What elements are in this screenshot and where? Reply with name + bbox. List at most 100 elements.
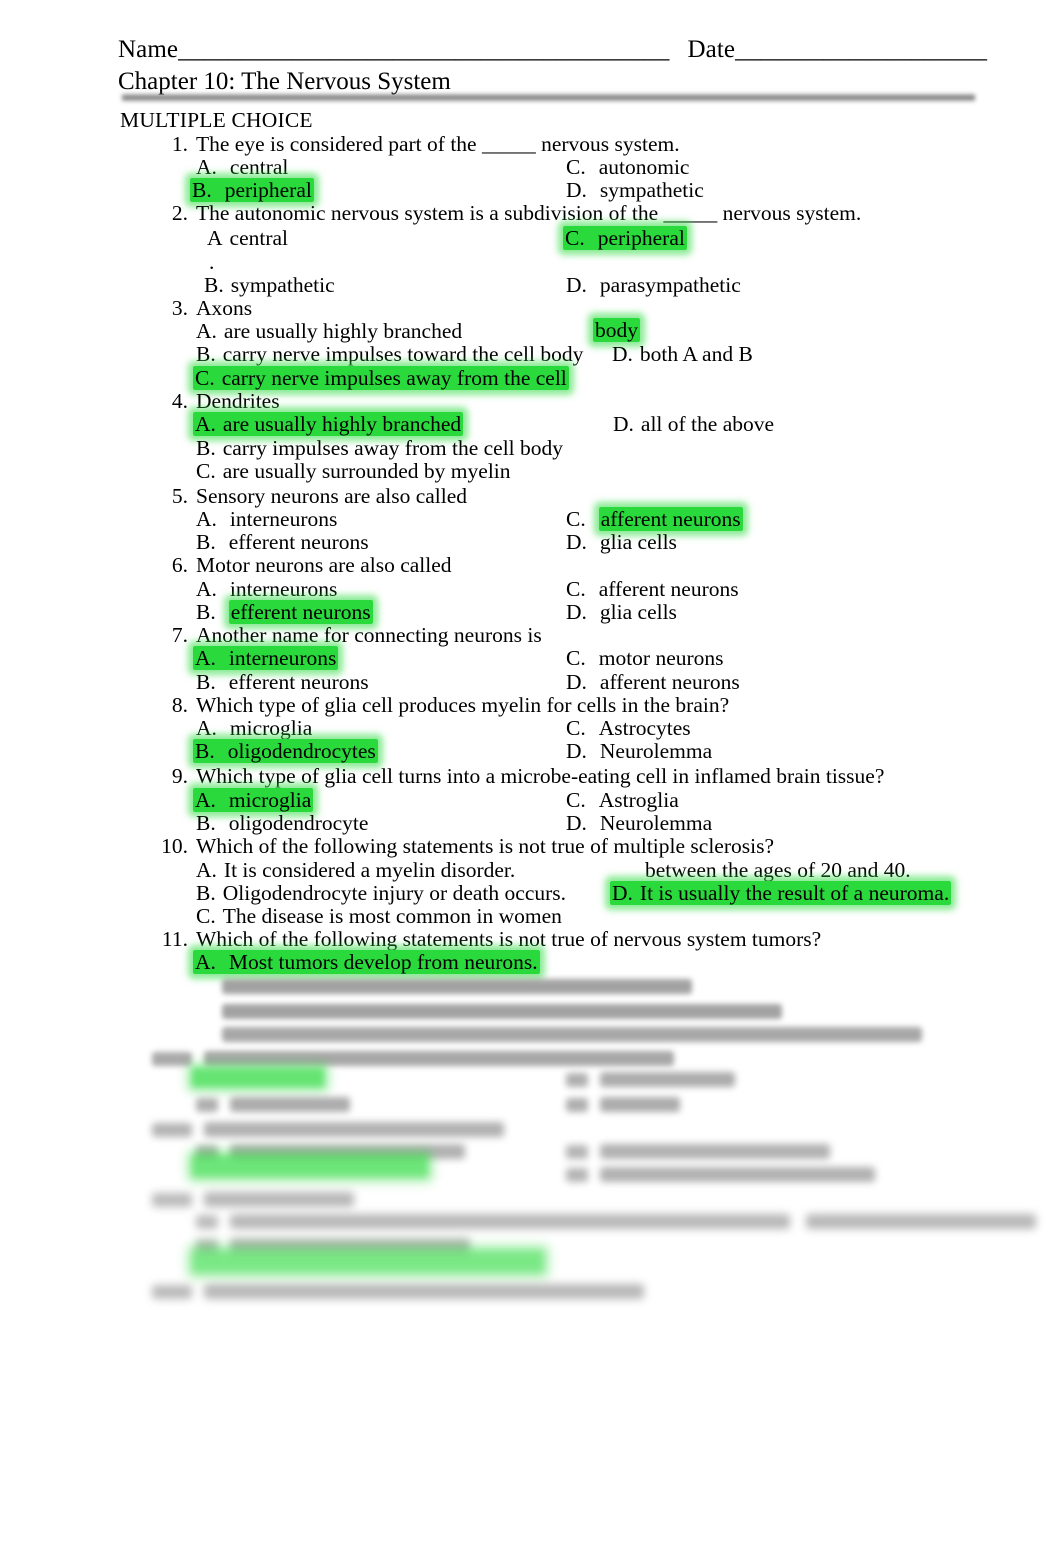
- option-a[interactable]: A. interneurons: [193, 646, 339, 671]
- question-number: 5.: [171, 484, 188, 508]
- option-letter: D.: [566, 670, 587, 694]
- option-b[interactable]: B. peripheral: [190, 178, 314, 203]
- question-prompt: Which of the following statements is not…: [196, 834, 774, 858]
- option-a[interactable]: A. Most tumors develop from neurons.: [193, 950, 540, 975]
- obscured-option-highlighted: [192, 1250, 544, 1279]
- option-a[interactable]: A. It is considered a myelin disorder.: [196, 858, 515, 883]
- option-c[interactable]: C. Astroglia: [566, 788, 679, 813]
- option-a[interactable]: A. are usually highly branched: [193, 412, 464, 437]
- option-d[interactable]: D. Neurolemma: [566, 739, 712, 764]
- question-prompt: Dendrites: [196, 389, 280, 413]
- option-d[interactable]: D. It is usually the result of a neuroma.: [610, 881, 952, 906]
- option-text: efferent neurons: [228, 600, 373, 624]
- option-b[interactable]: B. efferent neurons: [196, 600, 373, 625]
- option-letter: B.: [196, 342, 216, 366]
- question-prompt: Sensory neurons are also called: [196, 484, 468, 508]
- question-number: 3.: [171, 296, 188, 320]
- option-d[interactable]: D. both A and B: [612, 342, 753, 367]
- option-letter: C.: [566, 716, 586, 740]
- option-letter: C.: [566, 507, 586, 531]
- option-b[interactable]: B. carry impulses away from the cell body: [196, 436, 563, 461]
- option-c[interactable]: C. The disease is most common in women: [196, 904, 562, 929]
- question-prompt: The autonomic nervous system is a subdiv…: [196, 201, 862, 225]
- obscured-option: [566, 1140, 830, 1165]
- option-letter: C.: [196, 459, 216, 483]
- question-number: 7.: [171, 623, 188, 647]
- option-text: are usually highly branched: [222, 412, 462, 436]
- option-d[interactable]: D. Neurolemma: [566, 811, 712, 836]
- option-letter: C.: [566, 788, 586, 812]
- option-text: Neurolemma: [599, 811, 713, 835]
- option-letter: D.: [566, 811, 587, 835]
- option-a[interactable]: A. microglia: [193, 788, 314, 813]
- option-c[interactable]: C. autonomic: [566, 155, 689, 180]
- option-letter: C.: [566, 646, 586, 670]
- option-a[interactable]: A. microglia: [196, 716, 312, 741]
- question-prompt: The eye is considered part of the _____ …: [196, 132, 680, 156]
- option-c[interactable]: C. peripheral: [563, 226, 687, 251]
- option-c[interactable]: C. afferent neurons: [566, 507, 743, 532]
- obscured-option: [566, 1093, 680, 1118]
- option-letter: C.: [195, 366, 215, 390]
- option-letter: C.: [566, 577, 586, 601]
- question-number: 2.: [171, 201, 188, 225]
- option-c[interactable]: C. are usually surrounded by myelin: [196, 459, 511, 484]
- option-c[interactable]: C. afferent neurons: [566, 577, 739, 602]
- option-d[interactable]: D. sympathetic: [566, 178, 704, 203]
- option-text: carry impulses away from the cell body: [222, 436, 564, 460]
- option-text: all of the above: [640, 412, 775, 436]
- option-letter: A.: [195, 412, 216, 436]
- option-text: It is usually the result of a neuroma.: [639, 881, 950, 905]
- option-letter: C.: [565, 226, 585, 250]
- option-d[interactable]: D. glia cells: [566, 600, 677, 625]
- option-d[interactable]: D. all of the above: [613, 412, 774, 437]
- option-b[interactable]: B. efferent neurons: [196, 530, 369, 555]
- obscured-line: [196, 975, 692, 1000]
- option-d[interactable]: D. parasympathetic: [566, 273, 741, 298]
- option-letter: D.: [566, 178, 587, 202]
- question-prompt: Axons: [196, 296, 253, 320]
- option-letter: A.: [196, 858, 217, 882]
- option-text: parasympathetic: [599, 273, 741, 297]
- option-letter: D.: [566, 739, 587, 763]
- question-number: 11.: [161, 927, 188, 951]
- option-b[interactable]: B. oligodendrocyte: [196, 811, 368, 836]
- option-a[interactable]: A. interneurons: [196, 577, 337, 602]
- option-letter: A.: [196, 155, 217, 179]
- option-c[interactable]: C. Astrocytes: [566, 716, 691, 741]
- wrapped-fragment: body: [593, 318, 640, 343]
- option-a[interactable]: A. central: [196, 155, 288, 180]
- option-b[interactable]: B. oligodendrocytes: [193, 739, 378, 764]
- option-c[interactable]: C. carry nerve impulses away from the cel…: [193, 366, 569, 391]
- option-text: glia cells: [599, 600, 677, 624]
- option-letter: B.: [196, 881, 216, 905]
- name-date-line: Name____________________________________…: [118, 36, 987, 64]
- question-number: 9.: [171, 764, 188, 788]
- option-letter: A.: [195, 646, 216, 670]
- option-letter: D.: [612, 881, 633, 905]
- question-prompt: Which type of glia cell turns into a mic…: [196, 764, 885, 788]
- option-a[interactable]: A. interneurons: [196, 507, 337, 532]
- question-number: 4.: [171, 389, 188, 413]
- option-text: afferent neurons: [598, 507, 743, 531]
- option-b[interactable]: B. sympathetic: [204, 273, 335, 298]
- option-letter: B.: [204, 273, 224, 297]
- option-b[interactable]: B. carry nerve impulses toward the cell b…: [196, 342, 583, 367]
- question-number: 10.: [161, 834, 188, 858]
- worksheet-page: Name____________________________________…: [0, 0, 1062, 1561]
- option-text: sympathetic: [599, 178, 704, 202]
- option-a[interactable]: Acentral: [207, 226, 288, 251]
- option-letter: D.: [566, 530, 587, 554]
- option-letter: C.: [196, 904, 216, 928]
- option-b[interactable]: B. efferent neurons: [196, 670, 369, 695]
- option-a[interactable]: A. are usually highly branched: [196, 319, 462, 344]
- header-divider-rule: [122, 93, 975, 102]
- option-c[interactable]: C. motor neurons: [566, 646, 724, 671]
- option-d[interactable]: D. afferent neurons: [566, 670, 740, 695]
- option-text: carry nerve impulses toward the cell bod…: [222, 342, 584, 366]
- option-b[interactable]: B. Oligodendrocyte injury or death occurs…: [196, 881, 566, 906]
- option-d[interactable]: D. glia cells: [566, 530, 677, 555]
- option-text: sympathetic: [230, 273, 335, 297]
- option-letter: B.: [192, 178, 212, 202]
- option-letter: A.: [195, 950, 216, 974]
